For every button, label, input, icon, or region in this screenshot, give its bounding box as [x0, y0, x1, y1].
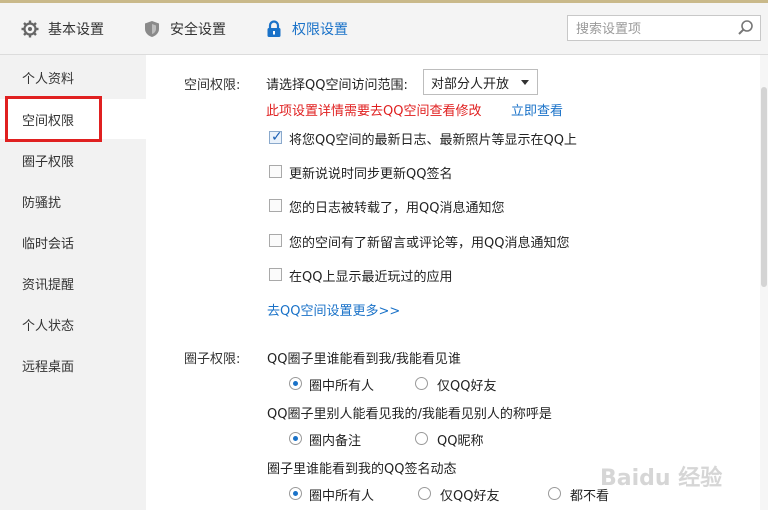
tab-permission-label: 权限设置 [292, 22, 348, 38]
sidebar-item-label: 资讯提醒 [22, 277, 75, 293]
tab-security-settings[interactable]: 安全设置 [142, 17, 226, 41]
sidebar-item-label: 远程桌面 [22, 359, 75, 375]
tab-permission-settings[interactable]: 权限设置 [264, 17, 348, 41]
sidebar-item-profile[interactable]: 个人资料 [0, 57, 146, 97]
gear-icon [20, 19, 40, 39]
option-label: 您的日志被转载了，用QQ消息通知您 [289, 201, 505, 216]
main-content: 空间权限: 请选择QQ空间访问范围: 对部分人开放 此项设置详情需要去QQ空间查… [146, 55, 760, 510]
space-range-value: 对部分人开放 [431, 76, 510, 92]
circle-question-2: QQ圈子里别人能看见我的/我能看见别人的称呼是 [267, 407, 552, 422]
option-label: 更新说说时同步更新QQ签名 [289, 167, 453, 182]
radio-label: 圈中所有人 [309, 489, 375, 504]
sidebar-item-label: 防骚扰 [22, 195, 62, 211]
chevron-down-icon [521, 80, 529, 85]
sidebar: 个人资料 空间权限 圈子权限 防骚扰 临时会话 资讯提醒 个人状态 远程桌面 [0, 55, 146, 510]
tab-security-label: 安全设置 [170, 22, 226, 38]
radio-label: 仅QQ好友 [440, 489, 500, 504]
search-box [567, 15, 761, 41]
space-section-label: 空间权限: [184, 78, 241, 93]
sidebar-item-personal-status[interactable]: 个人状态 [0, 304, 146, 344]
checkbox-notify-repost[interactable] [269, 199, 282, 212]
tab-basic-settings[interactable]: 基本设置 [20, 17, 104, 41]
radio-q1-all[interactable] [289, 377, 302, 390]
sidebar-item-temp-session[interactable]: 临时会话 [0, 222, 146, 262]
sidebar-item-label: 空间权限 [22, 113, 75, 129]
tab-basic-label: 基本设置 [48, 22, 104, 38]
radio-q2-remark[interactable] [289, 432, 302, 445]
scrollbar-thumb[interactable] [761, 87, 767, 287]
watermark: Baidu 经验 [600, 466, 723, 491]
circle-section-label: 圈子权限: [184, 352, 241, 367]
sidebar-item-label: 个人资料 [22, 71, 75, 87]
scrollbar[interactable] [760, 55, 768, 510]
option-label: 将您QQ空间的最新日志、最新照片等显示在QQ上 [289, 133, 577, 148]
checkbox-show-recent-apps[interactable] [269, 268, 282, 281]
radio-q3-friends[interactable] [418, 487, 431, 500]
space-range-select[interactable]: 对部分人开放 [423, 69, 538, 95]
more-settings-link[interactable]: 去QQ空间设置更多>> [267, 300, 400, 319]
radio-label: 圈中所有人 [309, 379, 375, 394]
sidebar-item-anti-harassment[interactable]: 防骚扰 [0, 181, 146, 221]
radio-label: 圈内备注 [309, 434, 362, 449]
search-icon[interactable] [737, 19, 755, 37]
checkbox-sync-signature[interactable] [269, 165, 282, 178]
top-tab-bar: 基本设置 安全设置 权限设置 [0, 3, 768, 55]
radio-label: 仅QQ好友 [437, 379, 497, 394]
check-icon: ✓ [271, 129, 283, 145]
space-notice: 此项设置详情需要去QQ空间查看修改 [266, 104, 482, 119]
sidebar-item-label: 个人状态 [22, 318, 75, 334]
sidebar-item-remote-desktop[interactable]: 远程桌面 [0, 345, 146, 385]
sidebar-item-circle-permission[interactable]: 圈子权限 [0, 140, 146, 180]
radio-q2-nickname[interactable] [415, 432, 428, 445]
circle-question-1: QQ圈子里谁能看到我/我能看见谁 [267, 352, 461, 367]
sidebar-item-space-permission[interactable]: 空间权限 [0, 99, 146, 139]
radio-label: QQ昵称 [437, 434, 484, 449]
shield-icon [142, 19, 162, 39]
view-now-link[interactable]: 立即查看 [511, 100, 563, 119]
sidebar-item-news-reminder[interactable]: 资讯提醒 [0, 263, 146, 303]
radio-q3-all[interactable] [289, 487, 302, 500]
circle-question-3: 圈子里谁能看到我的QQ签名动态 [267, 462, 457, 477]
sidebar-item-label: 临时会话 [22, 236, 75, 252]
option-label: 您的空间有了新留言或评论等，用QQ消息通知您 [289, 236, 570, 251]
checkbox-notify-comments[interactable] [269, 234, 282, 247]
radio-q3-none[interactable] [548, 487, 561, 500]
sidebar-item-label: 圈子权限 [22, 154, 75, 170]
radio-q1-friends[interactable] [415, 377, 428, 390]
lock-icon [264, 19, 284, 39]
space-range-label: 请选择QQ空间访问范围: [266, 78, 408, 93]
search-input[interactable] [574, 17, 738, 41]
option-label: 在QQ上显示最近玩过的应用 [289, 270, 453, 285]
checkbox-show-latest[interactable]: ✓ [269, 129, 283, 145]
